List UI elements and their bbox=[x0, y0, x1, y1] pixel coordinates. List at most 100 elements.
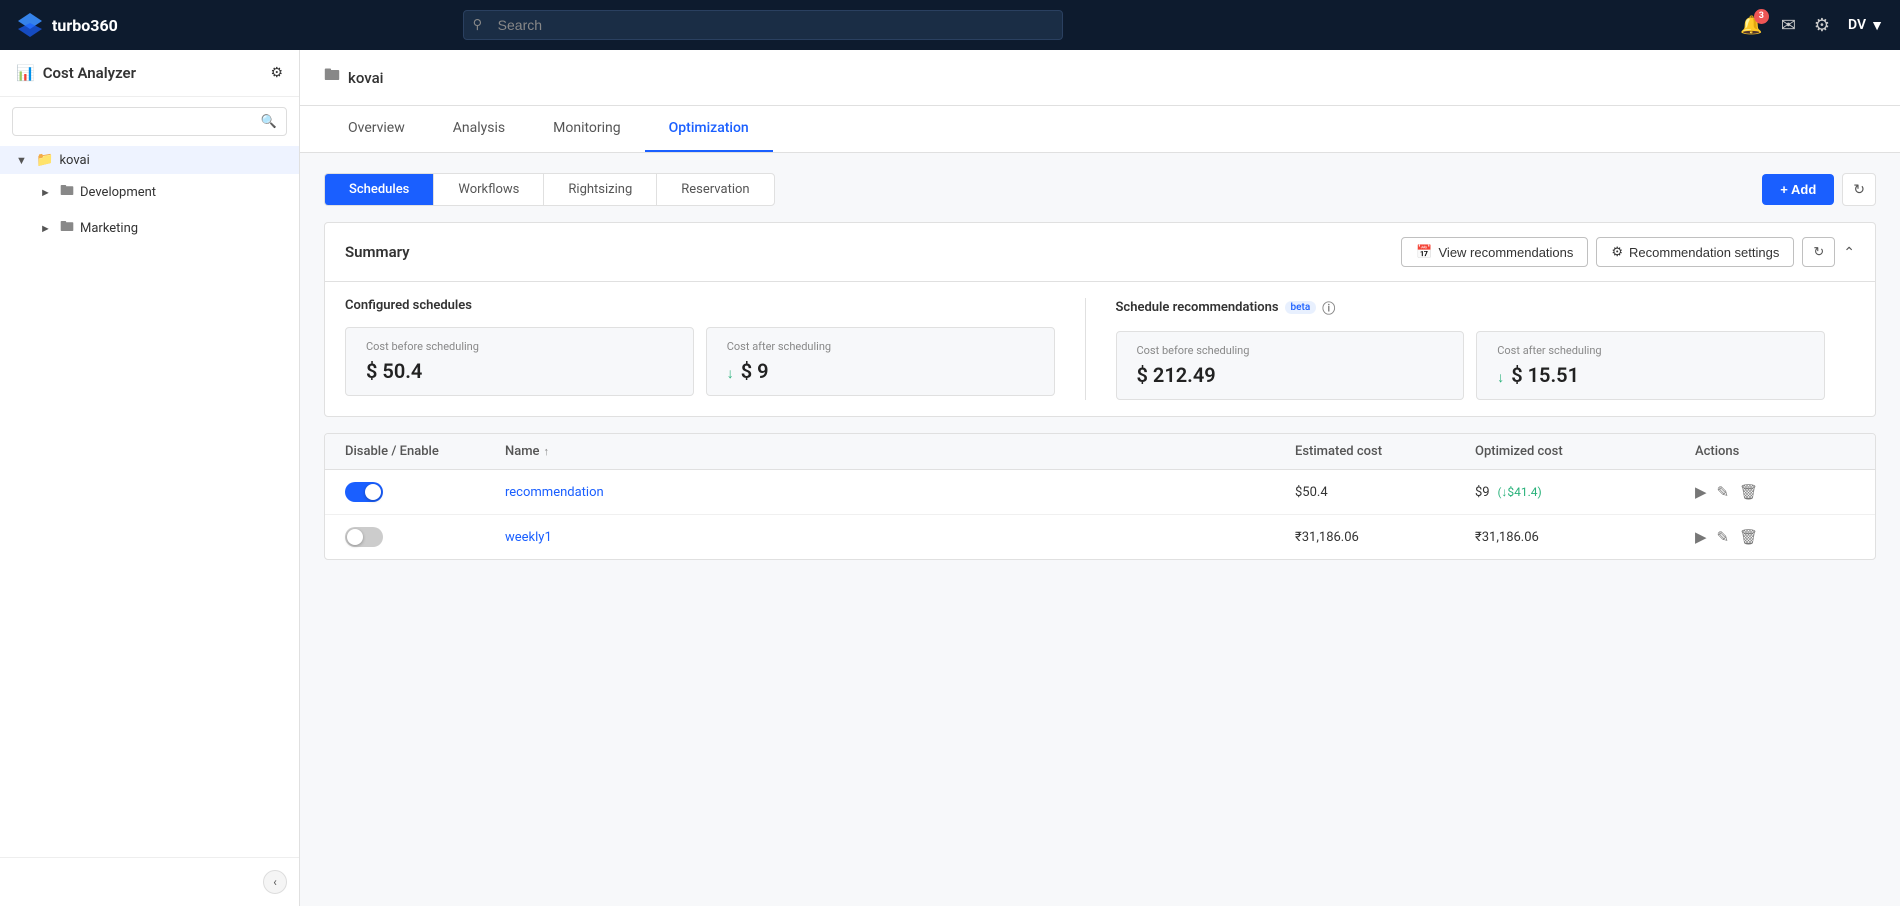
sidebar-gear-icon[interactable]: ⚙ bbox=[270, 65, 283, 81]
arrow-down-icon: ↓ bbox=[727, 366, 734, 382]
sidebar-search-icon: 🔍 bbox=[261, 114, 277, 129]
user-chevron-icon: ▼ bbox=[1870, 17, 1884, 34]
search-bar: ⚲ bbox=[463, 10, 1063, 40]
calendar-icon: 📅 bbox=[1416, 244, 1432, 260]
logo-icon bbox=[16, 11, 44, 39]
main-content: 🖿 kovai Overview Analysis Monitoring Opt… bbox=[300, 50, 1900, 906]
configured-cost-after-label: Cost after scheduling bbox=[727, 340, 1034, 353]
bell-icon[interactable]: ✉ bbox=[1781, 15, 1796, 36]
sidebar-header: 📊 Cost Analyzer ⚙ bbox=[0, 50, 299, 97]
configured-cost-before-card: Cost before scheduling $ 50.4 bbox=[345, 327, 694, 396]
toggle-2[interactable] bbox=[345, 527, 383, 547]
summary-cards: Configured schedules Cost before schedul… bbox=[325, 282, 1875, 416]
toggle-1[interactable] bbox=[345, 482, 383, 502]
sub-tab-rightsizing[interactable]: Rightsizing bbox=[544, 174, 657, 205]
rec-cost-before-card: Cost before scheduling $ 212.49 bbox=[1116, 331, 1465, 400]
td-actions-1: ▶ ✎ 🗑 bbox=[1695, 483, 1855, 501]
td-estimated-1: $50.4 bbox=[1295, 485, 1475, 500]
table-header: Disable / Enable Name ↑ Estimated cost O… bbox=[325, 434, 1875, 470]
sidebar-item-marketing-label: Marketing bbox=[80, 221, 138, 236]
refresh-button[interactable]: ↻ bbox=[1842, 173, 1876, 206]
rec-cost-after-label: Cost after scheduling bbox=[1497, 344, 1804, 357]
collapse-summary-button[interactable]: ⌃ bbox=[1843, 244, 1855, 261]
search-input[interactable] bbox=[463, 10, 1063, 40]
td-actions-2: ▶ ✎ 🗑 bbox=[1695, 528, 1855, 546]
sub-tab-workflows[interactable]: Workflows bbox=[434, 174, 544, 205]
sidebar-item-kovai[interactable]: ▼ 📁 kovai bbox=[0, 146, 299, 174]
recommendations-title: Schedule recommendations beta ⓘ bbox=[1116, 298, 1826, 317]
notification-badge: 3 bbox=[1754, 9, 1769, 24]
sub-tabs-row: Schedules Workflows Rightsizing Reservat… bbox=[324, 173, 1876, 206]
sub-tabs: Schedules Workflows Rightsizing Reservat… bbox=[324, 173, 775, 206]
tab-overview[interactable]: Overview bbox=[324, 106, 429, 152]
sidebar-search-input[interactable] bbox=[12, 107, 287, 136]
td-estimated-2: ₹31,186.06 bbox=[1295, 530, 1475, 545]
sidebar-title: Cost Analyzer bbox=[43, 64, 136, 82]
configured-cost-cards: Cost before scheduling $ 50.4 Cost after… bbox=[345, 327, 1055, 396]
rec-cost-after-card: Cost after scheduling ↓ $ 15.51 bbox=[1476, 331, 1825, 400]
configured-title: Configured schedules bbox=[345, 298, 1055, 313]
sidebar-tree: ▼ 📁 kovai ► 🖿 Development ► 🖿 Marketing bbox=[0, 146, 299, 246]
delete-icon-2[interactable]: 🗑 bbox=[1739, 528, 1758, 546]
app-layout: 📊 Cost Analyzer ⚙ 🔍 ▼ 📁 kovai ► 🖿 Develo… bbox=[0, 50, 1900, 906]
summary-header: Summary 📅 View recommendations ⚙ Recomme… bbox=[325, 223, 1875, 282]
sub-tab-schedules[interactable]: Schedules bbox=[325, 174, 434, 205]
summary-title: Summary bbox=[345, 243, 410, 261]
schedule-table: Disable / Enable Name ↑ Estimated cost O… bbox=[324, 433, 1876, 560]
td-optimized-1: $9 (↓$41.4) bbox=[1475, 485, 1695, 500]
recommendations-col: Schedule recommendations beta ⓘ Cost bef… bbox=[1085, 298, 1856, 400]
topnav: turbo360 ⚲ 🔔 3 ✉ ⚙ DV ▼ bbox=[0, 0, 1900, 50]
rec-cost-before-label: Cost before scheduling bbox=[1137, 344, 1444, 357]
summary-refresh-button[interactable]: ↻ bbox=[1802, 237, 1835, 267]
settings-gear-icon: ⚙ bbox=[1611, 244, 1623, 260]
tab-monitoring[interactable]: Monitoring bbox=[529, 106, 645, 152]
configured-schedules-col: Configured schedules Cost before schedul… bbox=[345, 298, 1085, 400]
configured-cost-before-value: $ 50.4 bbox=[366, 359, 673, 383]
td-toggle-1 bbox=[345, 482, 505, 502]
td-optimized-2: ₹31,186.06 bbox=[1475, 530, 1695, 545]
cost-analyzer-icon: 📊 bbox=[16, 64, 35, 82]
table-row: weekly1 ₹31,186.06 ₹31,186.06 ▶ ✎ 🗑 bbox=[325, 515, 1875, 559]
td-name-1[interactable]: recommendation bbox=[505, 485, 1295, 500]
play-icon-2[interactable]: ▶ bbox=[1695, 528, 1707, 546]
chevron-right-icon: ► bbox=[40, 186, 54, 199]
user-menu[interactable]: DV ▼ bbox=[1848, 17, 1884, 34]
settings-icon[interactable]: ⚙ bbox=[1814, 15, 1830, 36]
info-icon: ⓘ bbox=[1322, 298, 1335, 317]
td-toggle-2 bbox=[345, 527, 505, 547]
tab-optimization[interactable]: Optimization bbox=[645, 106, 773, 152]
sidebar-item-kovai-label: kovai bbox=[59, 153, 89, 168]
th-name: Name ↑ bbox=[505, 444, 1295, 459]
sidebar-search: 🔍 bbox=[0, 97, 299, 146]
tab-analysis[interactable]: Analysis bbox=[429, 106, 529, 152]
td-name-2[interactable]: weekly1 bbox=[505, 530, 1295, 545]
content-area: Schedules Workflows Rightsizing Reservat… bbox=[300, 153, 1900, 580]
sort-icon[interactable]: ↑ bbox=[544, 445, 550, 458]
folder-outline-icon-2: 🖿 bbox=[60, 216, 74, 240]
view-recommendations-button[interactable]: 📅 View recommendations bbox=[1401, 237, 1588, 267]
edit-icon-2[interactable]: ✎ bbox=[1717, 528, 1730, 546]
sidebar-collapse-button[interactable]: ‹ bbox=[263, 870, 287, 894]
notifications-icon[interactable]: 🔔 3 bbox=[1740, 15, 1762, 36]
sub-tab-reservation[interactable]: Reservation bbox=[657, 174, 773, 205]
recommendation-settings-button[interactable]: ⚙ Recommendation settings bbox=[1596, 237, 1794, 267]
delete-icon-1[interactable]: 🗑 bbox=[1739, 483, 1758, 501]
beta-badge: beta bbox=[1285, 301, 1317, 314]
folder-outline-icon: 🖿 bbox=[60, 180, 74, 204]
sidebar-item-development[interactable]: ► 🖿 Development bbox=[24, 174, 299, 210]
sidebar-item-marketing[interactable]: ► 🖿 Marketing bbox=[24, 210, 299, 246]
page-folder-icon: 🖿 bbox=[324, 64, 340, 91]
arrow-down-icon-2: ↓ bbox=[1497, 370, 1504, 386]
th-optimized-cost: Optimized cost bbox=[1475, 444, 1695, 459]
th-estimated-cost: Estimated cost bbox=[1295, 444, 1475, 459]
user-initials: DV bbox=[1848, 17, 1866, 33]
main-tabs: Overview Analysis Monitoring Optimizatio… bbox=[300, 106, 1900, 153]
row-actions-2: ▶ ✎ 🗑 bbox=[1695, 528, 1758, 546]
topnav-right: 🔔 3 ✉ ⚙ DV ▼ bbox=[1740, 15, 1884, 36]
add-schedule-button[interactable]: + Add bbox=[1762, 174, 1834, 205]
play-icon-1[interactable]: ▶ bbox=[1695, 483, 1707, 501]
rec-cost-before-value: $ 212.49 bbox=[1137, 363, 1444, 387]
sub-tabs-actions: + Add ↻ bbox=[1762, 173, 1876, 206]
sidebar-title-area: 📊 Cost Analyzer bbox=[16, 64, 136, 82]
edit-icon-1[interactable]: ✎ bbox=[1717, 483, 1730, 501]
